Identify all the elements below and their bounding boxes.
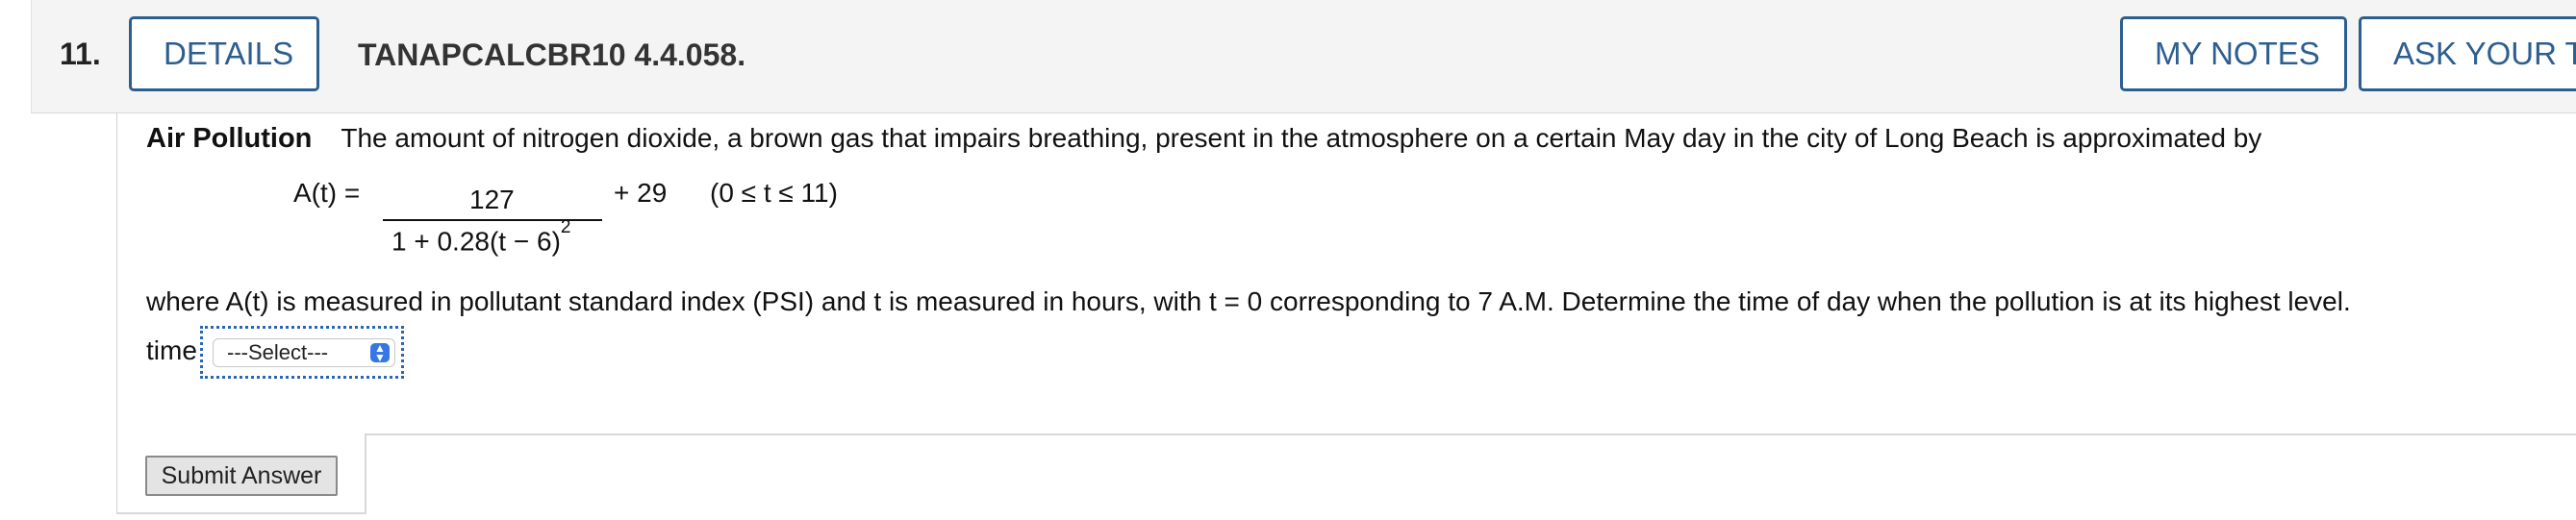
question-title: Air Pollution	[146, 123, 313, 154]
submit-panel-border	[366, 433, 2576, 435]
formula-domain: (0 ≤ t ≤ 11)	[710, 178, 838, 208]
question-intro: The amount of nitrogen dioxide, a brown …	[341, 123, 2262, 153]
time-select-value: ---Select---	[227, 340, 329, 364]
ask-teacher-button[interactable]: ASK YOUR TEACHER	[2359, 16, 2576, 91]
formula-lhs: A(t) =	[293, 178, 361, 208]
denominator-exponent: 2	[560, 217, 571, 237]
content-border-left	[116, 112, 117, 514]
question-where-text: where A(t) is measured in pollutant stan…	[146, 286, 2351, 316]
question-number: 11.	[60, 37, 101, 71]
time-select-focus-ring: ---Select--- ▲ ▼	[200, 326, 404, 379]
time-select[interactable]: ---Select--- ▲ ▼	[213, 338, 395, 367]
problem-code: TANAPCALCBR10 4.4.058.	[358, 37, 746, 72]
submit-panel-bottom	[116, 512, 366, 514]
question-text: Air Pollution The amount of nitrogen diox…	[146, 123, 2261, 155]
denominator-base: 1 + 0.28(t − 6)	[391, 226, 561, 257]
my-notes-button[interactable]: MY NOTES	[2120, 16, 2347, 91]
formula-plus-term: + 29	[614, 178, 668, 208]
formula-numerator: 127	[469, 185, 515, 214]
details-button[interactable]: DETAILS	[129, 16, 319, 91]
updown-chevron-icon: ▲ ▼	[370, 342, 390, 363]
formula-denominator: 1 + 0.28(t − 6)2	[391, 217, 570, 257]
submit-panel-border-left	[365, 433, 366, 514]
submit-answer-button[interactable]: Submit Answer	[145, 456, 338, 496]
time-label: time	[146, 335, 197, 365]
